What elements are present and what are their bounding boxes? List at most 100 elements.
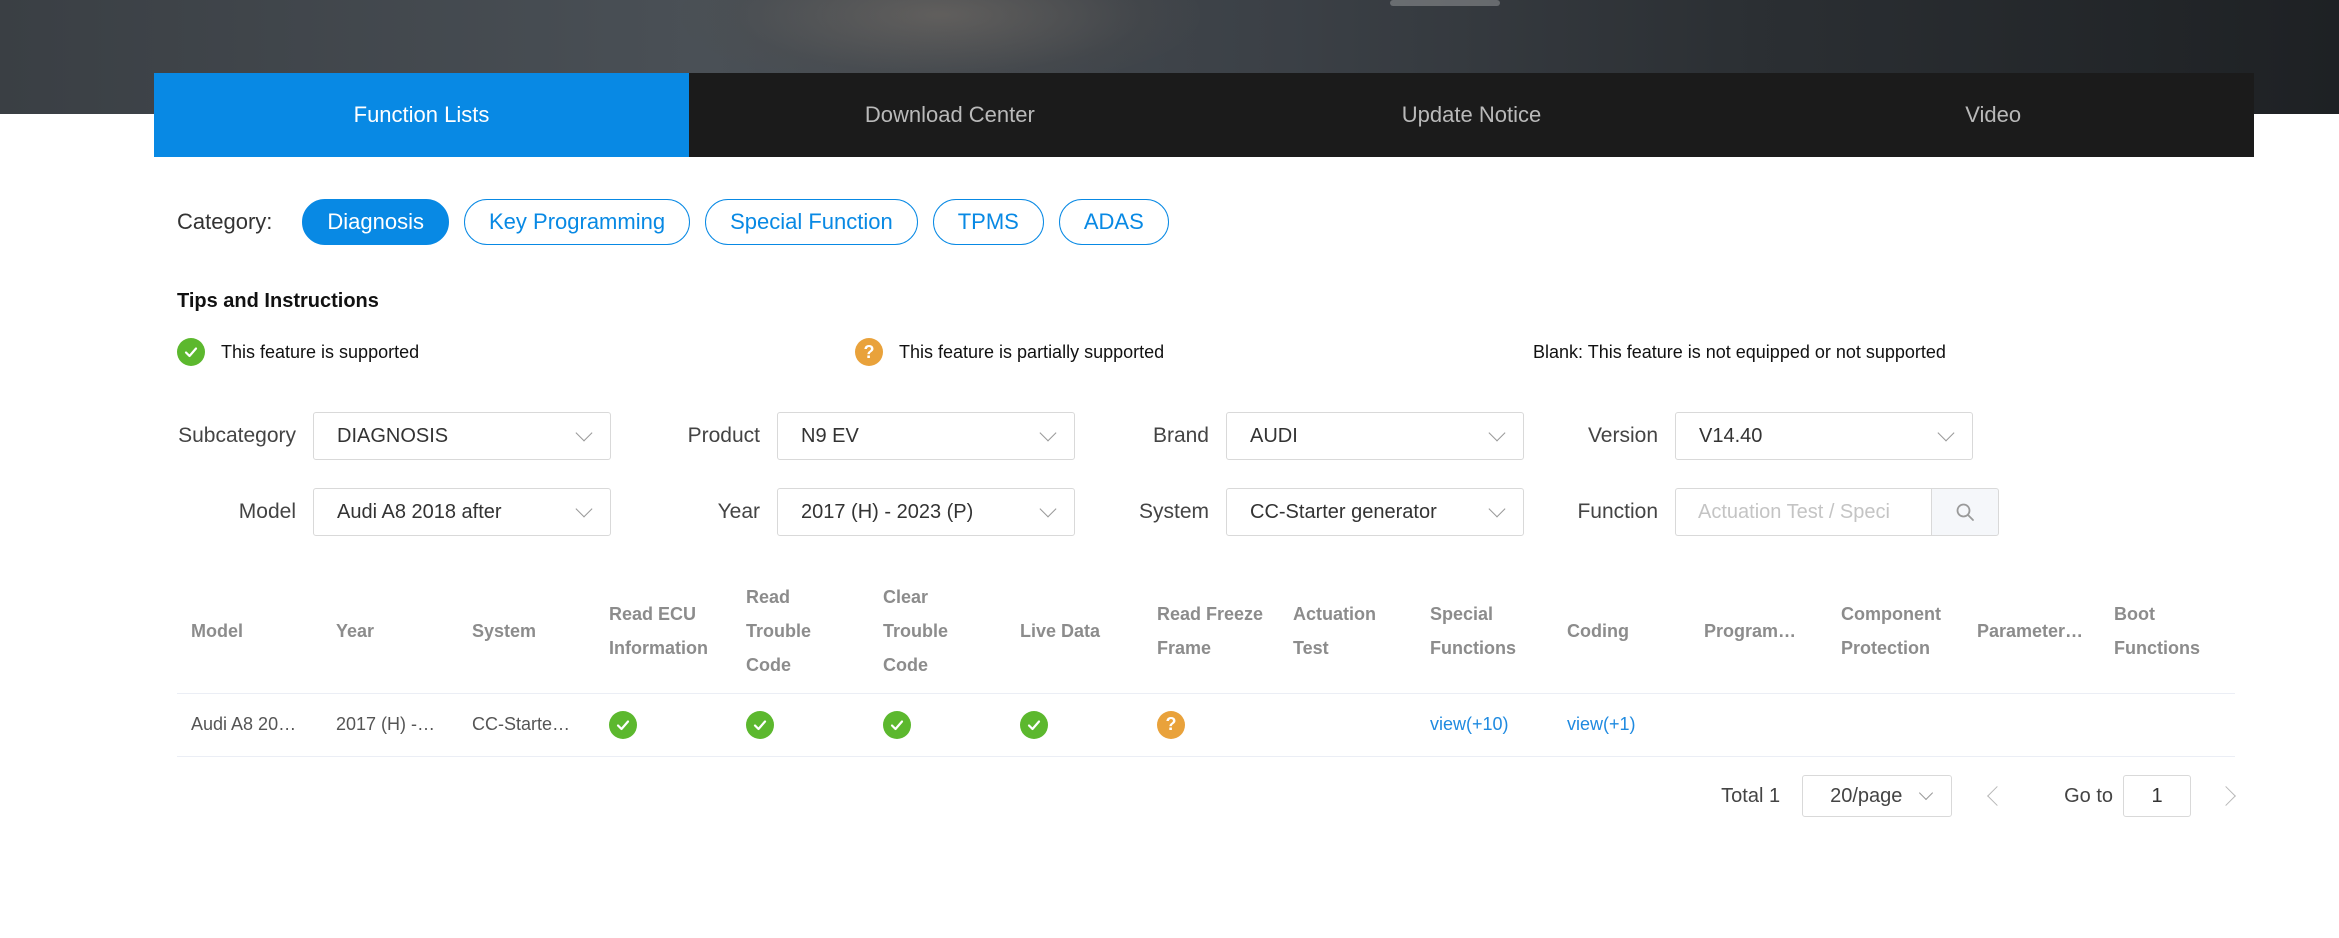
product-label: Product <box>687 424 760 447</box>
col-header: Component Protection <box>1827 570 1963 694</box>
col-header: Model <box>177 570 322 694</box>
col-header: Year <box>322 570 458 694</box>
tab-download-center[interactable]: Download Center <box>689 73 1211 157</box>
category-label: Category: <box>177 209 273 234</box>
version-filter: Version V14.40 <box>1524 412 1973 460</box>
system-filter: System CC-Starter generator <box>1075 488 1524 536</box>
category-diagnosis-button[interactable]: Diagnosis <box>302 199 449 245</box>
year-filter: Year 2017 (H) - 2023 (P) <box>626 488 1075 536</box>
function-search <box>1675 488 1999 536</box>
col-header-text: Parameter… <box>1977 621 2084 642</box>
year-select[interactable]: 2017 (H) - 2023 (P) <box>777 488 1075 536</box>
cell-actuation-test <box>1279 693 1416 757</box>
year-value: 2017 (H) - 2023 (P) <box>801 500 974 523</box>
col-header-text: Program… <box>1704 621 1797 642</box>
pagination-total: Total 1 <box>1721 784 1781 807</box>
brand-filter: Brand AUDI <box>1075 412 1524 460</box>
special-functions-view-link[interactable]: view(+10) <box>1430 714 1509 734</box>
model-value: Audi A8 2018 after <box>337 500 502 523</box>
subcategory-value: DIAGNOSIS <box>337 424 449 447</box>
model-select[interactable]: Audi A8 2018 after <box>313 488 611 536</box>
chevron-down-icon <box>575 500 593 518</box>
chevron-down-icon <box>1488 500 1506 518</box>
chevron-down-icon <box>1039 500 1057 518</box>
product-filter: Product N9 EV <box>626 412 1075 460</box>
col-header: Read ECU Information <box>595 570 732 694</box>
pagination: Total 1 20/page Go to <box>1721 775 2236 817</box>
page-size-value: 20/page <box>1830 784 1903 807</box>
legend-supported-text: This feature is supported <box>221 341 420 362</box>
chevron-down-icon <box>575 424 593 442</box>
product-value: N9 EV <box>801 424 859 447</box>
brand-label: Brand <box>1152 424 1209 447</box>
col-header: Special Functions <box>1416 570 1553 694</box>
check-circle-icon <box>177 338 205 366</box>
col-header: Boot Functions <box>2100 570 2235 694</box>
col-header: Parameter… <box>1963 570 2100 694</box>
subcategory-label: Subcategory <box>178 424 296 447</box>
check-circle-icon <box>883 710 911 739</box>
category-adas-button[interactable]: ADAS <box>1058 199 1169 245</box>
subcategory-select[interactable]: DIAGNOSIS <box>313 412 611 460</box>
chevron-down-icon <box>1488 424 1506 442</box>
tab-video[interactable]: Video <box>1732 73 2254 157</box>
question-circle-icon: ? <box>1157 710 1185 739</box>
cell-model: Audi A8 20… <box>177 693 322 757</box>
category-tpms-button[interactable]: TPMS <box>932 199 1044 245</box>
tips-title: Tips and Instructions <box>177 290 379 312</box>
model-filter: Model Audi A8 2018 after <box>177 488 611 536</box>
cell-year: 2017 (H) -… <box>322 693 458 757</box>
system-select[interactable]: CC-Starter generator <box>1226 488 1524 536</box>
goto-page-input[interactable] <box>2123 775 2191 817</box>
function-filter: Function <box>1524 488 1999 536</box>
col-header: Read Freeze Frame <box>1143 570 1279 694</box>
legend-partial: ? This feature is partially supported <box>855 338 1164 366</box>
cell-system: CC-Starte… <box>458 693 595 757</box>
cell-coding: view(+1) <box>1553 693 1690 757</box>
category-filter: Category: Diagnosis Key Programming Spec… <box>177 198 1184 246</box>
cell-clear-trouble-code <box>869 693 1006 757</box>
version-value: V14.40 <box>1699 424 1763 447</box>
brand-select[interactable]: AUDI <box>1226 412 1524 460</box>
check-circle-icon <box>1020 710 1048 739</box>
system-label: System <box>1138 500 1209 523</box>
legend-blank: Blank: This feature is not equipped or n… <box>1533 338 1946 366</box>
legend-supported: This feature is supported <box>177 338 419 366</box>
tab-update-notice[interactable]: Update Notice <box>1211 73 1733 157</box>
cell-parameter <box>1963 693 2100 757</box>
brand-value: AUDI <box>1250 424 1298 447</box>
col-header: Program… <box>1690 570 1827 694</box>
page-size-select[interactable]: 20/page <box>1802 775 1953 817</box>
cell-special-functions: view(+10) <box>1416 693 1553 757</box>
cell-read-freeze-frame: ? <box>1143 693 1279 757</box>
search-icon <box>1956 503 1974 521</box>
cell-boot-functions <box>2100 693 2235 757</box>
product-select[interactable]: N9 EV <box>777 412 1075 460</box>
legend-partial-text: This feature is partially supported <box>899 341 1165 362</box>
cell-programming <box>1690 693 1827 757</box>
category-key-programming-button[interactable]: Key Programming <box>464 199 691 245</box>
version-label: Version <box>1587 424 1658 447</box>
next-page-icon[interactable] <box>2216 786 2236 806</box>
question-circle-icon: ? <box>855 338 883 366</box>
main-tabs: Function Lists Download Center Update No… <box>154 73 2254 157</box>
col-header: Coding <box>1553 570 1690 694</box>
model-label: Model <box>238 500 296 523</box>
table-header-row: Model Year System Read ECU Information R… <box>177 570 2235 694</box>
check-circle-icon <box>609 710 637 739</box>
col-header: Actuation Test <box>1279 570 1416 694</box>
cell-read-trouble-code <box>732 693 869 757</box>
version-select[interactable]: V14.40 <box>1675 412 1973 460</box>
tab-function-lists[interactable]: Function Lists <box>154 73 689 157</box>
function-search-input[interactable] <box>1675 488 1931 536</box>
coding-view-link[interactable]: view(+1) <box>1567 714 1636 734</box>
col-header: Read Trouble Code <box>732 570 869 694</box>
category-special-function-button[interactable]: Special Function <box>705 199 918 245</box>
cell-component-protection <box>1827 693 1963 757</box>
legend-blank-text: Blank: This feature is not equipped or n… <box>1533 341 1946 362</box>
search-button[interactable] <box>1931 488 1999 536</box>
check-circle-icon <box>746 710 774 739</box>
prev-page-icon[interactable] <box>1987 786 2007 806</box>
system-value: CC-Starter generator <box>1250 500 1437 523</box>
goto-label: Go to <box>2064 784 2113 807</box>
